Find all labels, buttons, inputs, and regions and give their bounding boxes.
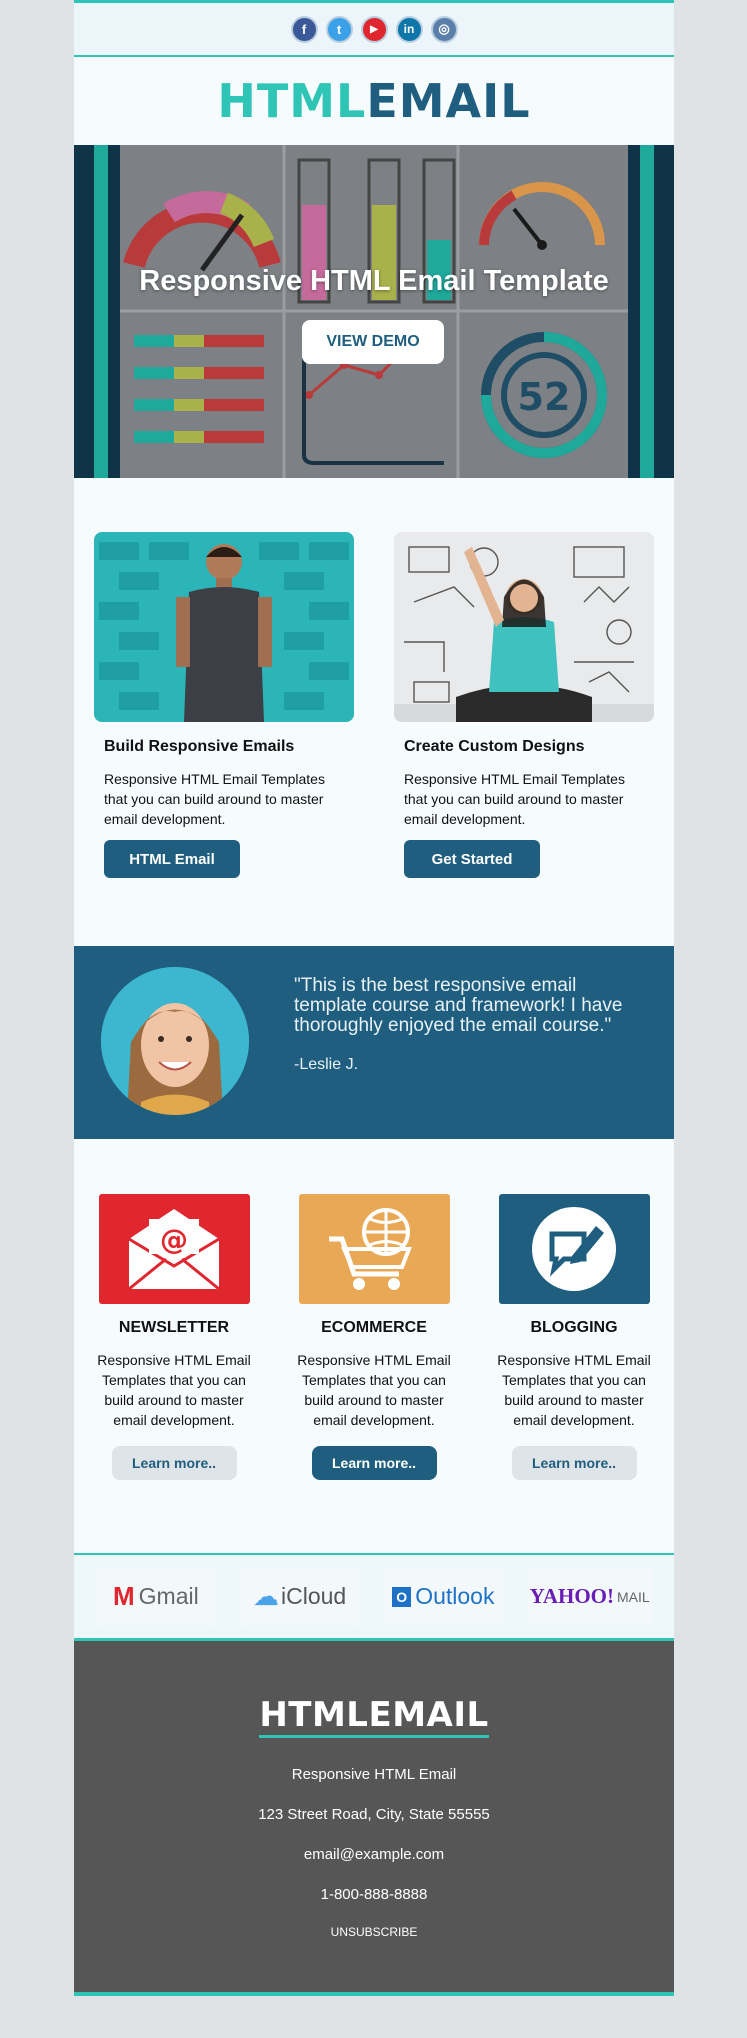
footer-phone[interactable]: 1-800-888-8888 [74,1886,674,1903]
html-email-button[interactable]: HTML Email [104,840,240,878]
client-label: YAHOO! [529,1584,614,1608]
outlook-icon: O [392,1586,412,1607]
learn-more-button[interactable]: Learn more.. [311,1446,437,1480]
gmail-m-icon: M [113,1581,135,1611]
footer-logo[interactable]: HTMLEMAIL [74,1695,674,1738]
testimonial-author: -Leslie J. [294,1056,359,1073]
instagram-icon[interactable]: ◎ [430,15,458,43]
outlook-logo[interactable]: O Outlook [383,1567,504,1626]
footer-email-link[interactable]: email@example.com [74,1846,674,1863]
testimonial-avatar [101,967,249,1115]
hero-banner: 52 Responsive HTML Email Template VIEW D… [74,145,674,478]
footer-address: 123 Street Road, City, State 55555 [258,1806,490,1823]
feature-text: Responsive HTML Email Templates that you… [97,1352,251,1428]
hero-title: Responsive HTML Email Template [139,265,609,297]
svg-text:@: @ [160,1223,188,1256]
card-build: Build Responsive Emails Responsive HTML … [94,532,354,878]
testimonial-quote: "This is the best responsive email templ… [294,975,623,1036]
feature-blogging: BLOGGING Responsive HTML Email Templates… [494,1194,654,1480]
youtube-icon[interactable]: ▶ [360,15,388,43]
feature-cards: Build Responsive Emails Responsive HTML … [74,478,674,946]
cart-icon [298,1194,450,1304]
blog-chat-icon [498,1194,650,1304]
client-label: MAIL [616,1588,650,1605]
get-started-button[interactable]: Get Started [404,840,540,878]
client-label: iCloud [281,1583,347,1609]
testimonial-section: "This is the best responsive email templ… [74,946,674,1139]
feature-text: Responsive HTML Email Templates that you… [297,1352,451,1428]
view-demo-button[interactable]: VIEW DEMO [302,320,444,364]
client-label: Gmail [138,1583,199,1609]
learn-more-button[interactable]: Learn more.. [111,1446,237,1480]
icloud-logo[interactable]: ☁ iCloud [239,1567,360,1626]
email-container: f t ▶ in ◎ HTMLEMAIL 52 Responsive HTML … [74,0,674,1996]
card-image-man [94,532,354,722]
card-text: Responsive HTML Email Templates that you… [404,771,625,827]
yahoo-logo[interactable]: YAHOO! MAIL [527,1567,653,1626]
feature-text: Responsive HTML Email Templates that you… [497,1352,651,1428]
footer: HTMLEMAIL Responsive HTML Email 123 Stre… [74,1641,674,1996]
linkedin-icon[interactable]: in [395,15,423,43]
logo-part-email: EMAIL [366,74,531,128]
social-bar: f t ▶ in ◎ [74,0,674,57]
facebook-icon[interactable]: f [290,15,318,43]
footer-logo-text: HTMLEMAIL [259,1695,489,1738]
brand-logo[interactable]: HTMLEMAIL [217,74,530,128]
unsubscribe-link[interactable]: UNSUBSCRIBE [74,1925,674,1939]
header-logo-row: HTMLEMAIL [74,57,674,145]
client-label: Outlook [415,1583,495,1609]
twitter-icon[interactable]: t [325,15,353,43]
learn-more-button[interactable]: Learn more.. [511,1446,637,1480]
feature-newsletter: @ NEWSLETTER Responsive HTML Email Templ… [94,1194,254,1480]
gmail-logo[interactable]: M Gmail [95,1567,216,1626]
features-section: @ NEWSLETTER Responsive HTML Email Templ… [74,1139,674,1553]
feature-ecommerce: ECOMMERCE Responsive HTML Email Template… [294,1194,454,1480]
cloud-icon: ☁ [253,1581,280,1611]
card-title: Build Responsive Emails [104,738,295,755]
feature-title: NEWSLETTER [118,1319,230,1336]
card-title: Create Custom Designs [404,738,585,755]
newsletter-icon: @ [98,1194,250,1304]
card-text: Responsive HTML Email Templates that you… [104,771,325,827]
feature-title: BLOGGING [530,1319,618,1336]
feature-title: ECOMMERCE [321,1319,427,1336]
footer-tagline: Responsive HTML Email [291,1766,457,1783]
dashboard-illustration: 52 [74,145,674,478]
gauge-number: 52 [518,375,571,419]
card-image-woman [394,532,654,722]
logo-part-html: HTML [217,74,367,128]
card-create: Create Custom Designs Responsive HTML Em… [394,532,654,878]
email-clients-bar: M Gmail ☁ iCloud O Outlook YAHOO! MAIL [74,1553,674,1641]
